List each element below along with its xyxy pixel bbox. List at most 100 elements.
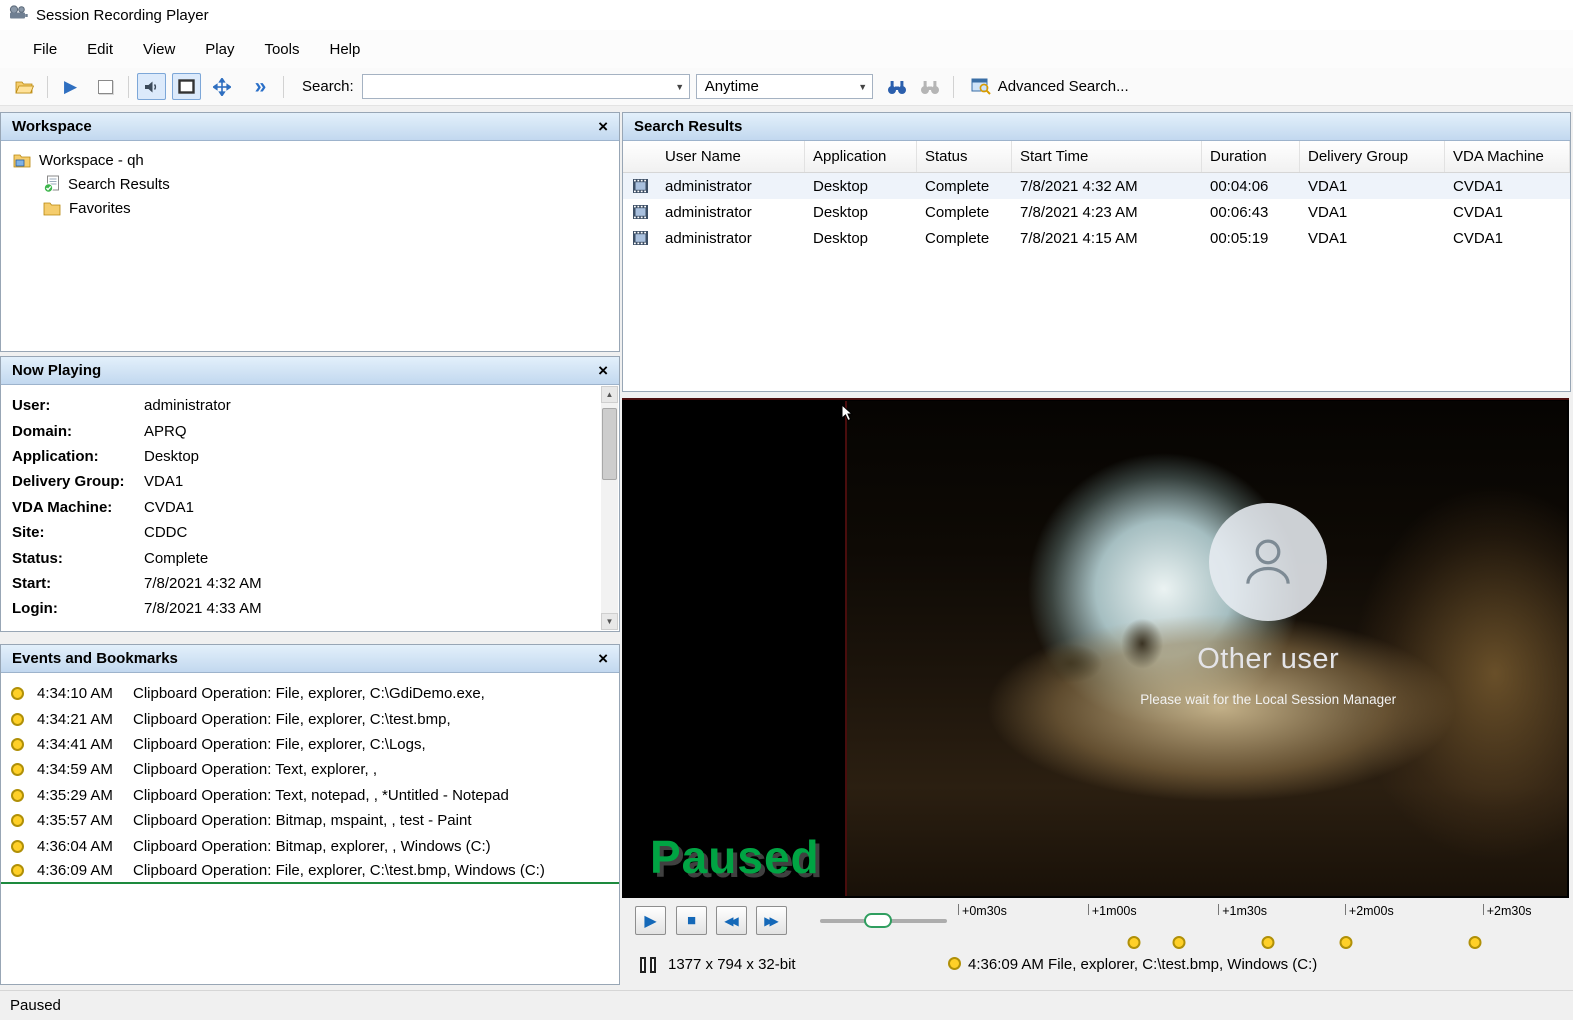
event-text: Clipboard Operation: Text, explorer, , — [133, 761, 619, 778]
time-filter-combobox[interactable]: Anytime ▼ — [696, 74, 873, 99]
other-user-label: Other user — [1197, 643, 1339, 676]
search-down-button[interactable] — [883, 73, 912, 100]
event-item[interactable]: 4:35:57 AM Clipboard Operation: Bitmap, … — [1, 808, 619, 833]
column-header[interactable]: User Name — [657, 141, 805, 172]
toolbar-separator — [953, 76, 954, 98]
cell-status: Complete — [917, 230, 1012, 247]
cell-user-name: administrator — [657, 204, 805, 221]
cell-status: Complete — [917, 204, 1012, 221]
audio-toggle-button[interactable] — [137, 73, 166, 100]
workspace-tree: Workspace - qh Search Results Favorites — [1, 141, 619, 220]
chevron-down-icon[interactable]: ▼ — [854, 75, 872, 98]
play-button[interactable]: ▶ — [56, 73, 85, 100]
event-text: Clipboard Operation: Bitmap, mspaint, , … — [133, 812, 619, 829]
menu-item[interactable]: Play — [190, 35, 249, 64]
events-list: 4:34:10 AM Clipboard Operation: File, ex… — [1, 673, 619, 884]
now-playing-panel: Now Playing × User: administrator Domain… — [0, 356, 620, 632]
timeline-event-dot[interactable] — [1128, 936, 1141, 949]
menu-item[interactable]: View — [128, 35, 190, 64]
player-fast-forward-button[interactable]: ▶▶ — [756, 906, 787, 935]
results-table-body: administrator Desktop Complete 7/8/2021 … — [623, 173, 1570, 251]
event-item[interactable]: 4:36:04 AM Clipboard Operation: Bitmap, … — [1, 833, 619, 858]
column-header[interactable]: Delivery Group — [1300, 141, 1445, 172]
player-rewind-button[interactable]: ◀◀ — [716, 906, 747, 935]
event-text: Clipboard Operation: File, explorer, C:\… — [133, 685, 619, 702]
tick-icon — [1483, 904, 1484, 915]
sidebar-item-search-results[interactable]: Search Results — [1, 172, 619, 196]
status-text: Paused — [10, 997, 61, 1014]
open-file-button[interactable] — [10, 73, 39, 100]
field-value: Desktop — [144, 448, 619, 465]
menu-item[interactable]: File — [18, 35, 72, 64]
search-up-button[interactable] — [916, 73, 945, 100]
event-item[interactable]: 4:36:09 AM Clipboard Operation: File, ex… — [1, 859, 619, 884]
cell-delivery-group: VDA1 — [1300, 204, 1445, 221]
advanced-search-button[interactable]: Advanced Search... — [962, 73, 1138, 100]
column-header[interactable]: Start Time — [1012, 141, 1202, 172]
sidebar-item-workspace-root[interactable]: Workspace - qh — [1, 148, 619, 172]
search-combobox[interactable]: ▼ — [362, 74, 690, 99]
frame-toggle-button[interactable] — [172, 73, 201, 100]
resolution-text: 1377 x 794 x 32-bit — [668, 956, 796, 973]
slider-handle[interactable] — [864, 913, 892, 928]
column-header[interactable]: VDA Machine — [1445, 141, 1570, 172]
close-icon[interactable]: × — [598, 650, 608, 667]
field-value: administrator — [144, 397, 619, 414]
event-item[interactable]: 4:35:29 AM Clipboard Operation: Text, no… — [1, 783, 619, 808]
event-item[interactable]: 4:34:59 AM Clipboard Operation: Text, ex… — [1, 757, 619, 782]
now-playing-field: Domain: APRQ — [1, 418, 619, 443]
pan-button[interactable] — [207, 73, 236, 100]
sidebar-item-favorites[interactable]: Favorites — [1, 196, 619, 220]
menu-item[interactable]: Tools — [249, 35, 314, 64]
current-event-dot-icon — [948, 957, 961, 970]
more-tools-button[interactable]: » — [246, 73, 275, 100]
event-item[interactable]: 4:34:41 AM Clipboard Operation: File, ex… — [1, 732, 619, 757]
field-label: Site: — [12, 524, 144, 541]
field-label: Application: — [12, 448, 144, 465]
table-row[interactable]: administrator Desktop Complete 7/8/2021 … — [623, 173, 1570, 199]
event-time: 4:34:41 AM — [37, 736, 133, 753]
cell-duration: 00:05:19 — [1202, 230, 1300, 247]
workspace-panel: Workspace × Workspace - qh — [0, 112, 620, 352]
timeline-event-dot[interactable] — [1340, 936, 1353, 949]
timeline-mark: +1m00s — [1088, 904, 1137, 918]
timeline-event-dot[interactable] — [1173, 936, 1186, 949]
timeline-event-dot[interactable] — [1262, 936, 1275, 949]
column-header[interactable]: Duration — [1202, 141, 1300, 172]
column-header[interactable]: Status — [917, 141, 1012, 172]
column-header[interactable]: Application — [805, 141, 917, 172]
menu-item[interactable]: Help — [315, 35, 376, 64]
chevron-down-icon[interactable]: ▼ — [671, 75, 689, 98]
table-row[interactable]: administrator Desktop Complete 7/8/2021 … — [623, 225, 1570, 251]
event-dot-icon — [11, 738, 24, 751]
player-play-button[interactable]: ▶ — [635, 906, 666, 935]
event-dot-icon — [11, 789, 24, 802]
search-input[interactable] — [363, 75, 671, 98]
paused-overlay: Paused — [650, 830, 820, 884]
scrollbar-thumb[interactable] — [602, 408, 617, 480]
speed-slider[interactable] — [820, 919, 947, 923]
timeline-event-dot[interactable] — [1469, 936, 1482, 949]
search-results-panel-title: Search Results — [634, 118, 742, 135]
event-item[interactable]: 4:34:10 AM Clipboard Operation: File, ex… — [1, 681, 619, 706]
field-label: Login: — [12, 600, 144, 617]
event-time: 4:34:10 AM — [37, 685, 133, 702]
play-icon: ▶ — [64, 77, 77, 97]
advanced-search-label: Advanced Search... — [998, 78, 1129, 95]
cell-application: Desktop — [805, 230, 917, 247]
close-icon[interactable]: × — [598, 362, 608, 379]
menu-item[interactable]: Edit — [72, 35, 128, 64]
timeline-label: +2m30s — [1487, 904, 1532, 918]
scroll-up-button[interactable]: ▲ — [601, 386, 618, 403]
timeline[interactable]: +0m30s +1m00s +1m30s +2m00s — [950, 902, 1568, 952]
close-icon[interactable]: × — [598, 118, 608, 135]
snapshot-button[interactable] — [91, 73, 120, 100]
search-results-panel-header: Search Results — [623, 113, 1570, 141]
cell-delivery-group: VDA1 — [1300, 230, 1445, 247]
event-item[interactable]: 4:34:21 AM Clipboard Operation: File, ex… — [1, 706, 619, 731]
player-stop-button[interactable]: ■ — [676, 906, 707, 935]
scrollbar[interactable]: ▲ ▼ — [601, 386, 618, 630]
field-label: User: — [12, 397, 144, 414]
table-row[interactable]: administrator Desktop Complete 7/8/2021 … — [623, 199, 1570, 225]
scroll-down-button[interactable]: ▼ — [601, 613, 618, 630]
